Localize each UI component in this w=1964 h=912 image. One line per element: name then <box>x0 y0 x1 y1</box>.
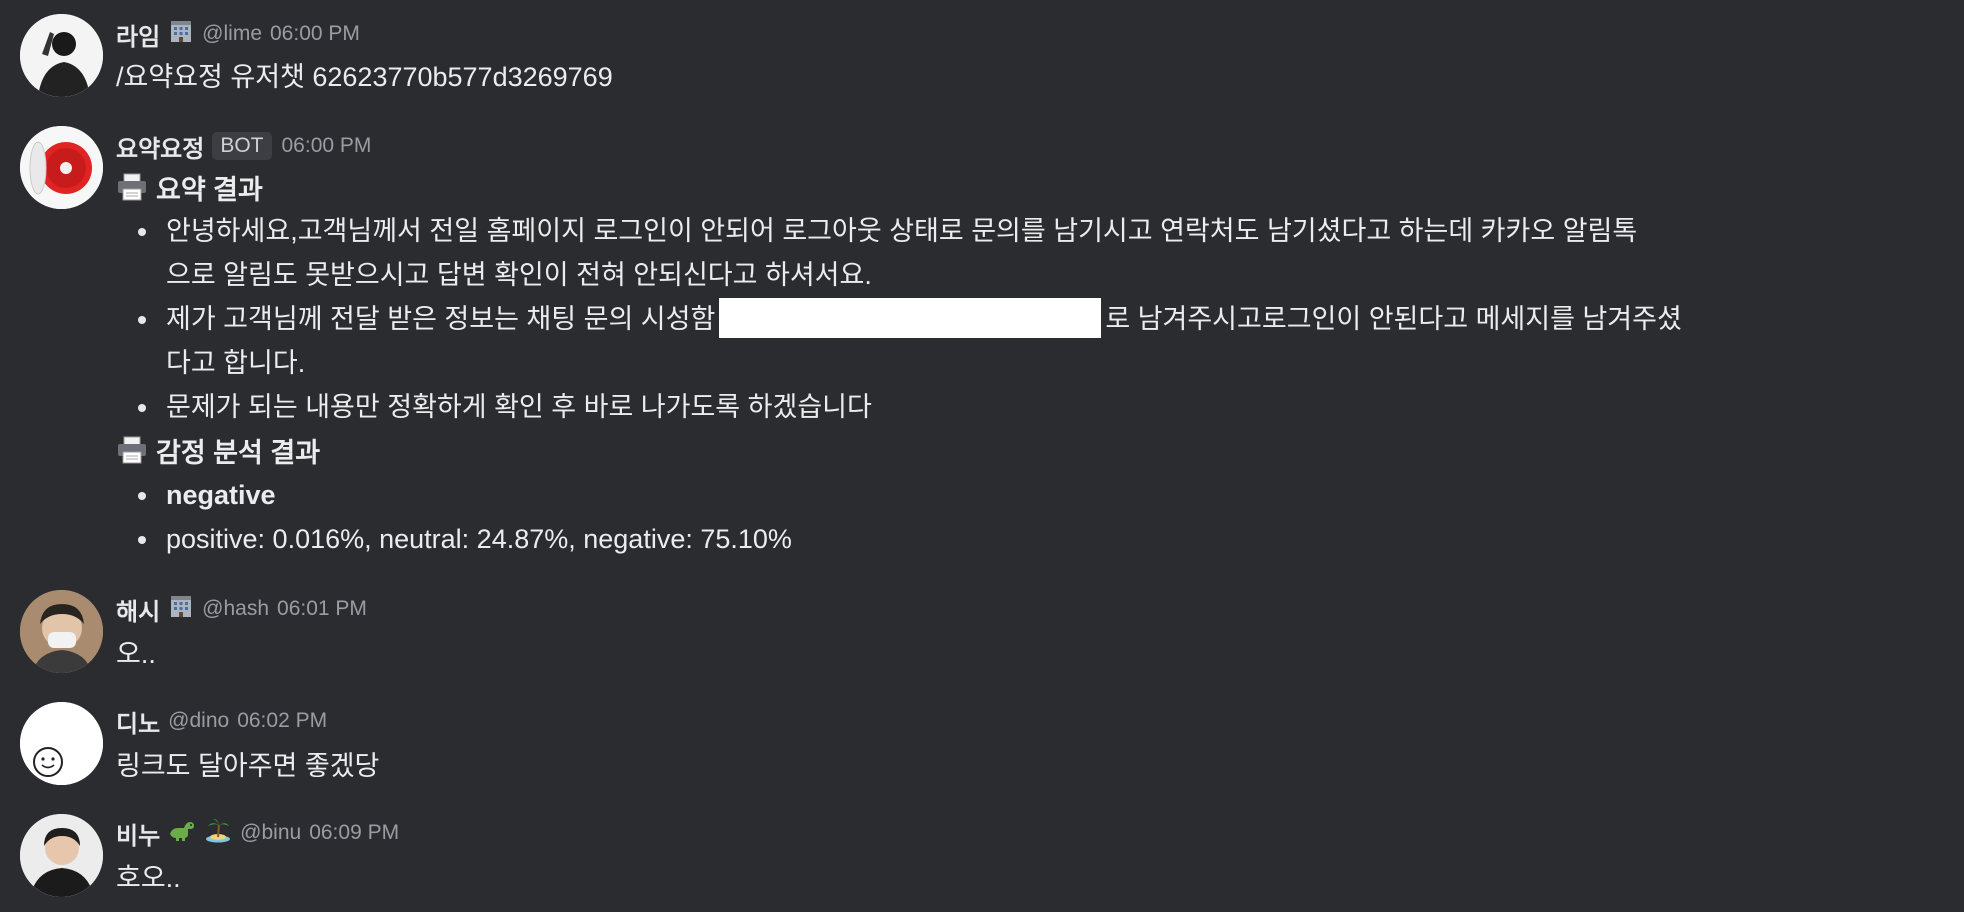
summary-list: 안녕하세요,고객님께서 전일 홈페이지 로그인이 안되어 로그아웃 상태로 문의… <box>116 209 1866 429</box>
summary-title-text: 요약 결과 <box>156 174 263 205</box>
author-name[interactable]: 디노 <box>116 704 160 739</box>
office-building-icon <box>168 593 194 625</box>
avatar-hash[interactable] <box>20 590 103 673</box>
sentiment-title-text: 감정 분석 결과 <box>156 437 321 468</box>
list-item: 안녕하세요,고객님께서 전일 홈페이지 로그인이 안되어 로그아웃 상태로 문의… <box>138 209 1866 297</box>
avatar-bot[interactable] <box>20 126 103 209</box>
list-item: positive: 0.016%, neutral: 24.87%, negat… <box>138 517 1866 561</box>
message-text: 호오.. <box>116 863 181 893</box>
message-text: 링크도 달아주면 좋겠당 <box>116 751 380 781</box>
author-name[interactable]: 해시 <box>116 592 160 627</box>
author-handle[interactable]: @binu <box>240 821 301 845</box>
printer-icon <box>116 173 148 201</box>
author-handle[interactable]: @hash <box>202 597 269 621</box>
author-name[interactable]: 요약요정 <box>116 129 204 164</box>
message-header: 해시 @hash 06:01 PM <box>116 592 367 626</box>
author-name[interactable]: 비누 <box>116 816 160 851</box>
message-header: 요약요정 BOT 06:00 PM <box>116 129 371 163</box>
summary-item-1-line2: 으로 알림도 못받으시고 답변 확인이 전혀 안되신다고 하셔서요. <box>166 260 872 290</box>
printer-icon <box>116 436 148 464</box>
summary-item-3: 문제가 되는 내용만 정확하게 확인 후 바로 나가도록 하겠습니다 <box>166 392 872 422</box>
avatar-binu[interactable] <box>20 814 103 897</box>
desert-island-icon <box>204 817 232 849</box>
message-text: 오.. <box>116 639 156 669</box>
list-item: 문제가 되는 내용만 정확하게 확인 후 바로 나가도록 하겠습니다 <box>138 385 1866 429</box>
summary-item-2-after: 로 남겨주시고로그인이 안된다고 메세지를 남겨주셨 <box>1105 304 1682 334</box>
chat-log: 라임 @lime 06:00 PM /요약요정 유저챗 62623770b577… <box>0 0 1964 912</box>
timestamp: 06:00 PM <box>270 22 360 45</box>
sentiment-label: negative <box>166 480 276 510</box>
sentiment-title: 감정 분석 결과 <box>116 430 320 470</box>
avatar-dino[interactable] <box>20 702 103 785</box>
timestamp: 06:09 PM <box>309 821 400 844</box>
dinosaur-icon <box>168 818 196 848</box>
timestamp: 06:01 PM <box>277 597 367 620</box>
avatar-lime[interactable] <box>20 14 103 97</box>
summary-item-1-line1: 안녕하세요,고객님께서 전일 홈페이지 로그인이 안되어 로그아웃 상태로 문의… <box>166 216 1638 246</box>
author-handle[interactable]: @dino <box>168 709 229 733</box>
sentiment-list: negative positive: 0.016%, neutral: 24.8… <box>116 473 1866 561</box>
office-building-icon <box>168 18 194 50</box>
author-name[interactable]: 라임 <box>116 17 160 52</box>
summary-item-2-before: 제가 고객님께 전달 받은 정보는 채팅 문의 시성함 <box>166 304 716 334</box>
list-item: 제가 고객님께 전달 받은 정보는 채팅 문의 시성함 로 남겨주시고로그인이 안… <box>138 297 1866 385</box>
bot-badge: BOT <box>212 132 272 160</box>
redacted-block <box>719 297 1102 338</box>
summary-title: 요약 결과 <box>116 167 263 207</box>
sentiment-scores: positive: 0.016%, neutral: 24.87%, negat… <box>166 524 792 554</box>
timestamp: 06:00 PM <box>281 134 372 157</box>
summary-item-2-line2: 다고 합니다. <box>166 348 306 378</box>
timestamp: 06:02 PM <box>237 709 328 732</box>
message-header: 비누 @binu 06:09 PM <box>116 816 399 850</box>
list-item: negative <box>138 473 1866 517</box>
author-handle[interactable]: @lime <box>202 22 262 46</box>
message-header: 라임 @lime 06:00 PM <box>116 17 360 51</box>
message-header: 디노 @dino 06:02 PM <box>116 704 327 738</box>
message-text: /요약요정 유저챗 62623770b577d3269769 <box>116 62 613 92</box>
